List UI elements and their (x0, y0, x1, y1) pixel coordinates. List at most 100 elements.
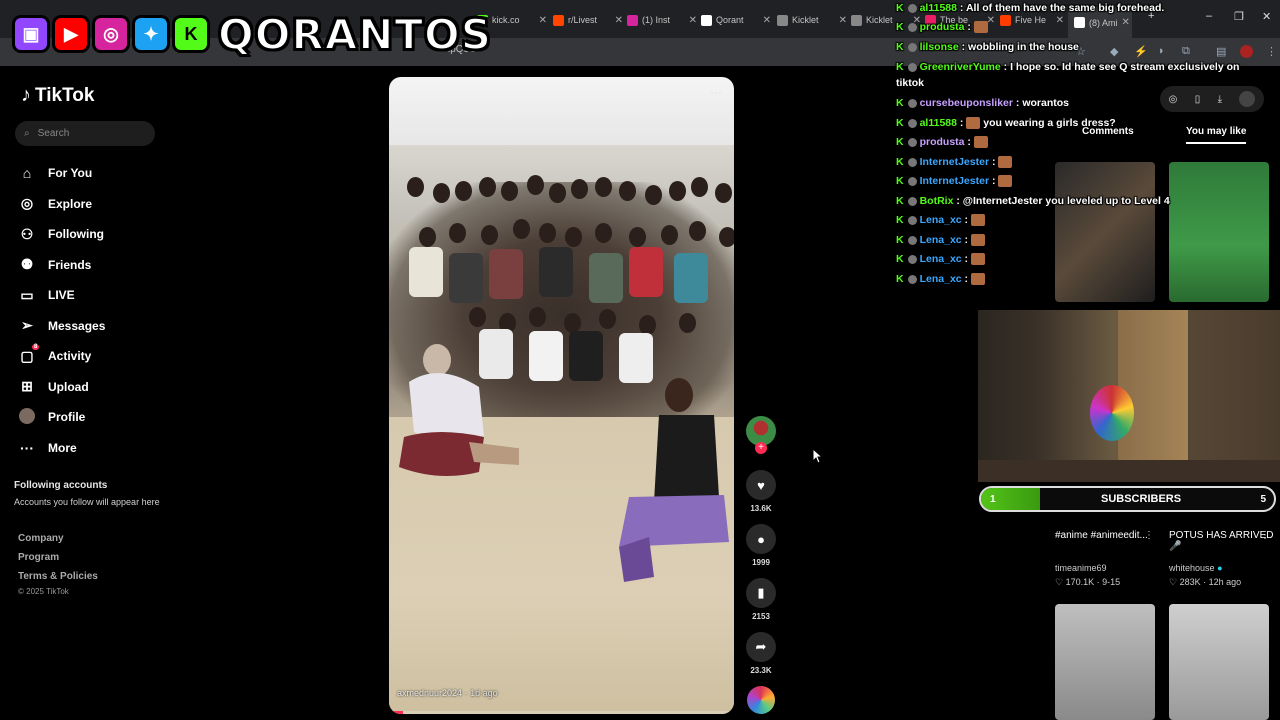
tab-label: (1) Inst (642, 15, 671, 25)
sidebar-item-friends[interactable]: ⚉ Friends (18, 250, 168, 281)
tab-close-icon[interactable]: ✕ (763, 15, 771, 26)
sidebar-item-messages[interactable]: ➢ Messages (18, 311, 168, 342)
sidebar-item-following[interactable]: ⚇ Following (18, 219, 168, 250)
rec-author[interactable]: timeanime69 (1055, 563, 1107, 573)
chat-username[interactable]: Lena_xc (920, 273, 962, 285)
chat-message: Kal11588 : you wearing a girls dress? (896, 117, 1116, 130)
chat-username[interactable]: Lena_xc (920, 253, 962, 265)
video-crowd-head (449, 223, 466, 243)
chat-username[interactable]: Lena_xc (920, 234, 962, 246)
browser-tab[interactable]: Kicklet ✕ (777, 11, 847, 29)
user-badge-icon (907, 235, 917, 245)
video-crowd-person (529, 331, 563, 381)
kick-badge-icon: K (896, 234, 904, 246)
sidebar-item-upload[interactable]: ⊞ Upload (18, 372, 168, 403)
sidebar-item-label: Messages (48, 318, 106, 333)
rec-thumbnail[interactable] (1055, 604, 1155, 720)
footer-link-company[interactable]: Company (18, 533, 64, 544)
browser-tab[interactable]: Qorant ✕ (701, 11, 771, 29)
chat-username[interactable]: cursebeuponsliker (920, 97, 1013, 109)
tab-close-icon[interactable]: ✕ (615, 15, 623, 26)
video-more-icon[interactable]: ··· (710, 85, 722, 99)
chat-username[interactable]: GreenriverYume (920, 61, 1001, 73)
chat-separator: : (961, 214, 971, 226)
chat-username[interactable]: BotRix (920, 195, 954, 207)
sidebar-item-profile[interactable]: Profile (18, 402, 168, 433)
user-badge-icon (907, 22, 917, 32)
video-crowd-head (564, 313, 581, 333)
rec-author[interactable]: whitehouse ● (1169, 563, 1223, 573)
comment-button[interactable]: ● 1999 (746, 524, 776, 567)
chat-emote-icon (970, 234, 985, 247)
video-progress[interactable] (389, 711, 734, 714)
tab-close-icon[interactable]: ✕ (839, 15, 847, 26)
chat-text: All of them have the same big forehead. (965, 2, 1165, 14)
chat-emote-icon (970, 214, 985, 227)
comment-count: 1999 (752, 558, 770, 567)
video-progress-fill (389, 711, 403, 714)
video-crowd-head (571, 179, 588, 199)
music-disc-icon[interactable] (747, 686, 775, 714)
chat-emote-icon (998, 156, 1013, 169)
tab-close-icon[interactable]: ✕ (539, 15, 547, 26)
compass-icon: ◎ (20, 195, 34, 212)
chat-message: K Lena_xc : (896, 234, 985, 247)
chat-username[interactable]: Lena_xc (920, 214, 962, 226)
user-badge-icon (907, 254, 917, 264)
chat-message: Kprodusta : (896, 136, 988, 149)
chat-separator: : (961, 273, 971, 285)
chat-username[interactable]: produsta (920, 21, 965, 33)
sidebar-item-activity[interactable]: ▢ Activity 8 (18, 341, 168, 372)
tiktok-logo[interactable]: ♪ TikTok (21, 84, 94, 107)
share-button[interactable]: ➦ 23.3K (746, 632, 776, 675)
tab-close-icon[interactable]: ✕ (689, 15, 697, 26)
instagram-icon: ◎ (92, 15, 130, 53)
avatar (19, 407, 35, 424)
save-count: 2153 (752, 612, 770, 621)
footer-link-program[interactable]: Program (18, 552, 59, 563)
bookmark-icon: ▮ (746, 578, 776, 608)
chat-username[interactable]: al11588 (920, 117, 957, 129)
video-player[interactable]: ··· axmednuur2024 · 1d ago (389, 77, 734, 714)
kick-badge-icon: K (896, 175, 904, 187)
twitch-icon: ▣ (12, 15, 50, 53)
chat-message: tiktok (896, 77, 924, 89)
chat-message: K GreenriverYume : I hope so. Id hate see… (896, 61, 1239, 73)
follow-plus-icon[interactable]: + (755, 442, 767, 454)
chat-message: Kal11588 : All of them have the same big… (896, 2, 1164, 14)
video-crowd-head (407, 177, 424, 197)
rec-more-icon[interactable]: ⋮ (1144, 530, 1154, 541)
rec-thumbnail[interactable] (1169, 604, 1269, 720)
chat-username[interactable]: al11588 (920, 2, 957, 14)
browser-tab[interactable]: r/Livest ✕ (553, 11, 623, 29)
chat-username[interactable]: InternetJester (920, 156, 989, 168)
sidebar-item-more[interactable]: ··· More (18, 433, 168, 464)
browser-tab[interactable]: (1) Inst ✕ (627, 11, 697, 29)
tab-label: kick.co (492, 15, 520, 25)
rec-more-icon[interactable]: ⋮ (1260, 530, 1270, 541)
kick-badge-icon: K (896, 21, 904, 33)
sidebar-item-label: For You (48, 166, 93, 181)
video-author[interactable]: axmednuur2024 (397, 688, 462, 698)
subscriber-goal: 5 (1260, 493, 1266, 505)
paper-plane-icon: ➢ (21, 317, 33, 334)
video-figure-man (619, 378, 729, 582)
video-crowd-head (629, 227, 646, 247)
video-crowd-person (479, 329, 513, 379)
video-crowd-head (469, 307, 486, 327)
video-crowd-person (619, 333, 653, 383)
like-button[interactable]: ♥ 13.6K (746, 470, 776, 513)
save-button[interactable]: ▮ 2153 (746, 578, 776, 621)
chat-username[interactable]: lilsonse (920, 41, 959, 53)
sidebar-item-explore[interactable]: ◎ Explore (18, 189, 168, 220)
sidebar-item-for-you[interactable]: ⌂ For You (18, 158, 168, 189)
video-meta: axmednuur2024 · 1d ago (397, 688, 498, 698)
chat-username[interactable]: produsta (920, 136, 965, 148)
chat-username[interactable]: InternetJester (920, 175, 989, 187)
footer-link-terms[interactable]: Terms & Policies (18, 571, 98, 582)
chat-separator: : (989, 175, 999, 187)
search-input[interactable]: ⌕ Search (15, 121, 155, 146)
video-crowd-head (595, 177, 612, 197)
subscriber-goal-bar: 1 SUBSCRIBERS 5 (979, 486, 1276, 512)
sidebar-item-live[interactable]: ▭ LIVE (18, 280, 168, 311)
